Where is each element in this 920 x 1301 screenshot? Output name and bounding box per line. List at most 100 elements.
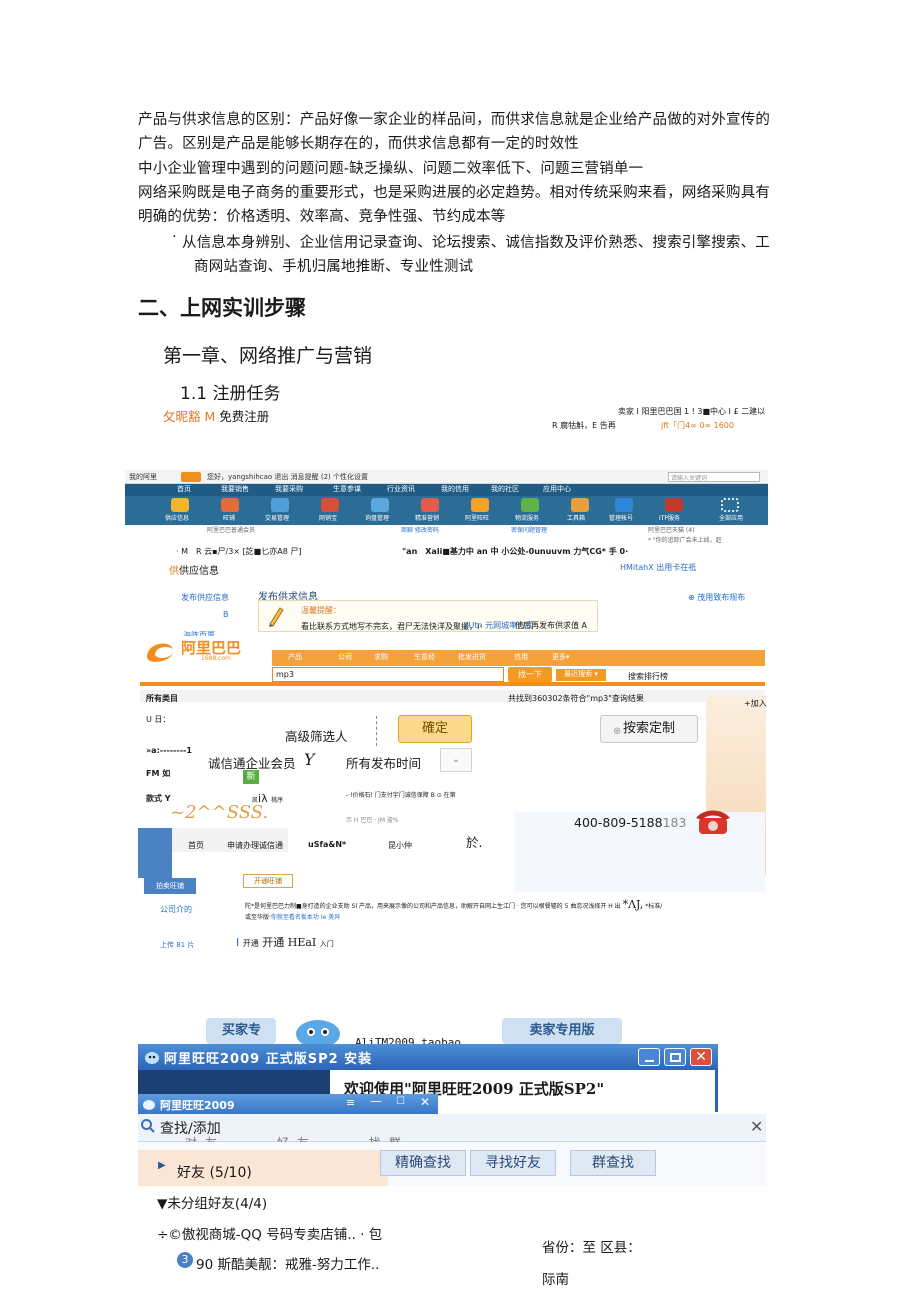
tab-find-friends[interactable]: 寻找好友 (470, 1150, 556, 1176)
search-rank-link[interactable]: 搜索排行榜 (628, 671, 668, 682)
nav-apps[interactable]: 应用中心 (543, 484, 571, 494)
nav-sell[interactable]: 我要销售 (221, 484, 249, 494)
p4p-icon[interactable] (321, 498, 339, 512)
home-link[interactable]: 首页 (188, 840, 204, 851)
itp-icon[interactable] (665, 498, 683, 512)
ww-close-button[interactable]: ✕ (420, 1095, 430, 1109)
upload-label[interactable]: 上传 81 片 (160, 940, 194, 950)
apply-chengxintong[interactable]: 申请办理诚信通 (227, 840, 283, 851)
chapter-heading: 第一章、网络推广与营销 (163, 345, 373, 367)
marketing-icon[interactable] (421, 498, 439, 512)
b-label: B (223, 610, 229, 619)
tab-wholesale[interactable]: 批发进货 (458, 652, 486, 662)
toolbox-icon[interactable] (571, 498, 589, 512)
nav-buy[interactable]: 我要采购 (275, 484, 303, 494)
tab-companies[interactable]: 公司 (338, 652, 352, 662)
hotline-number: 400-809-5188183 (574, 815, 686, 830)
logistics-icon[interactable] (521, 498, 539, 512)
company-intro-link[interactable]: 公司介的 (160, 904, 192, 915)
all-categories[interactable]: 所有类目 (146, 693, 178, 704)
nav-news[interactable]: 行业资讯 (387, 484, 415, 494)
new-badge-icon (181, 472, 201, 482)
shop-icon[interactable] (221, 498, 239, 512)
find-button[interactable]: 找一下 (508, 667, 552, 682)
area-label: 际南 (542, 1272, 569, 1288)
tab-more[interactable]: 更多▾ (552, 652, 570, 662)
paragraph-2: 中小企业管理中遇到的问题问题-缺乏操纵、问题二效率低下、问题三营销单一 (138, 161, 644, 177)
workbench-sub-strip: 阿里巴巴普通会员 商聊 修改密码 密保问题管理 阿里巴巴天猫 (4) (125, 525, 768, 535)
ww-maximize-button[interactable]: ☐ (396, 1096, 405, 1107)
recent-search-dropdown[interactable]: 最近搜索 ▾ (556, 669, 606, 681)
wangwang-icon[interactable] (471, 498, 489, 512)
tool-label-toolbox: 工具箱 (567, 515, 586, 522)
maximize-button[interactable] (664, 1048, 686, 1066)
tab-precise-search[interactable]: 精确查找 (380, 1150, 466, 1176)
price-filter: -·!价格石! 门支付宇门诚信保障 B ⊙ 在第 (346, 792, 456, 799)
publish-time-filter[interactable]: 所有发布时间 (346, 753, 421, 772)
friend-item-1[interactable]: ÷©傲视商城-QQ 号码专卖店铺.. · 包 (157, 1223, 382, 1243)
open-heal[interactable]: I 开通 开通 HEaI 入门 (236, 934, 334, 950)
desc-tail: *标准/ (645, 903, 663, 910)
paragraph-1-line-1: 产品与供求信息的区别：产品好像一家企业的样品间，而供求信息就是企业给产品做的对外… (138, 112, 771, 128)
tmall-link[interactable]: 阿里巴巴天猫 (4) (648, 525, 694, 534)
advanced-filter[interactable]: 高级筛选人 (285, 726, 348, 745)
tab-biz-talk[interactable]: 生意经 (414, 652, 435, 662)
publish-rules-link[interactable]: ⊕ 茂用致布规布 (688, 592, 745, 603)
big-italic-text: ~2^^SSS. (170, 802, 269, 823)
tool-label-p4p: 网销宝 (319, 515, 338, 522)
triangle-right-icon[interactable]: ▶ (158, 1160, 166, 1171)
friend-item-2[interactable]: 90 斯酷美靓：戒雅-努力工作.. (196, 1253, 379, 1273)
telephone-icon (694, 808, 732, 838)
trade-icon[interactable] (271, 498, 289, 512)
install-window-title: 阿里旺旺2009 正式版SP2 安装 (164, 1052, 373, 1067)
alibaba-jm: 示 H 巴巴 · JM 盗% (346, 817, 399, 824)
confirm-button[interactable]: 確定 (398, 715, 472, 743)
inquiry-icon[interactable] (371, 498, 389, 512)
tool-label-account: 管理帐号 (609, 515, 634, 522)
pencil-icon (267, 605, 285, 627)
top-search-input[interactable]: 请输入关键词 (668, 472, 760, 482)
find-close-icon[interactable]: ✕ (750, 1117, 763, 1136)
tab-products[interactable]: 产品 (288, 652, 302, 662)
tab-group-search[interactable]: 群查找 (570, 1150, 656, 1176)
nav-biz[interactable]: 生意参谋 (333, 484, 361, 494)
tip-text: 看比联系方式地写不完玄，君尸无法快洋及聚撮，i· (301, 622, 482, 631)
join-button[interactable]: +加入 (744, 698, 767, 709)
close-icon[interactable]: ✕ (690, 1048, 712, 1066)
ungrouped-friends[interactable]: ▼未分组好友(4/4) (157, 1192, 267, 1212)
nav-home[interactable]: 首页 (177, 484, 191, 494)
bullet-line-1: 从信息本身辨别、企业信用记录查询、论坛搜索、诚信指数及评价熟悉、搜索引擎搜索、工 (182, 235, 770, 251)
supply-info-label: 供应信息 (179, 566, 219, 577)
ww-menu-icon[interactable]: ≡ (346, 1096, 355, 1109)
open-shop-button[interactable]: 开通旺铺 (243, 874, 293, 888)
desc-link[interactable]: 你就至看名板本功 Ie 美异 (271, 914, 340, 921)
tab-credit[interactable]: 信用 (514, 652, 528, 662)
nav-community[interactable]: 我的社区 (491, 484, 519, 494)
hmitah-link[interactable]: HMitahX 出用卡在祇 (620, 562, 696, 573)
ww-minimize-button[interactable]: — (370, 1094, 382, 1108)
desc-garbled: *ΛJ, (622, 898, 644, 911)
chevron-down-icon[interactable]: ⌄ (440, 748, 472, 772)
auction-shop-tab[interactable]: 拍卖旺铺 (144, 878, 196, 894)
main-nav: 首页 我要销售 我要采购 生意参谋 行业资讯 我的信用 我的社区 应用中心 (125, 484, 768, 496)
tab-buying[interactable]: 求购 (374, 652, 388, 662)
tip-label: 温馨提醒： (301, 606, 341, 615)
friends-group[interactable]: 好友 (5/10) (177, 1162, 252, 1182)
supply-info-icon[interactable] (171, 498, 189, 512)
my-alibaba-link[interactable]: 我的阿里 (129, 472, 157, 482)
gear-icon[interactable] (615, 498, 633, 512)
publish-supply-link[interactable]: 发布供应信息 (181, 592, 229, 603)
free-register-link[interactable]: 免费注册 (219, 409, 269, 424)
custom-search-button[interactable]: ⊕ 按索定制 (600, 715, 698, 743)
product-search-input[interactable]: mp3 (272, 667, 504, 682)
nav-credit[interactable]: 我的信用 (441, 484, 469, 494)
small-pin: 昆小仲 (388, 841, 412, 850)
minimize-button[interactable] (638, 1048, 660, 1066)
all-apps-icon[interactable] (721, 498, 739, 512)
open-heal-text: 开通 HEaI (262, 936, 317, 949)
security-question-link[interactable]: 密保问题管理 (511, 525, 547, 534)
magnifier-icon (140, 1118, 156, 1134)
change-password-link[interactable]: 商聊 修改密码 (401, 525, 439, 534)
register-label-garbled: 攵昵豁 M (163, 409, 216, 424)
open-heal-tail: 入门 (319, 940, 334, 948)
